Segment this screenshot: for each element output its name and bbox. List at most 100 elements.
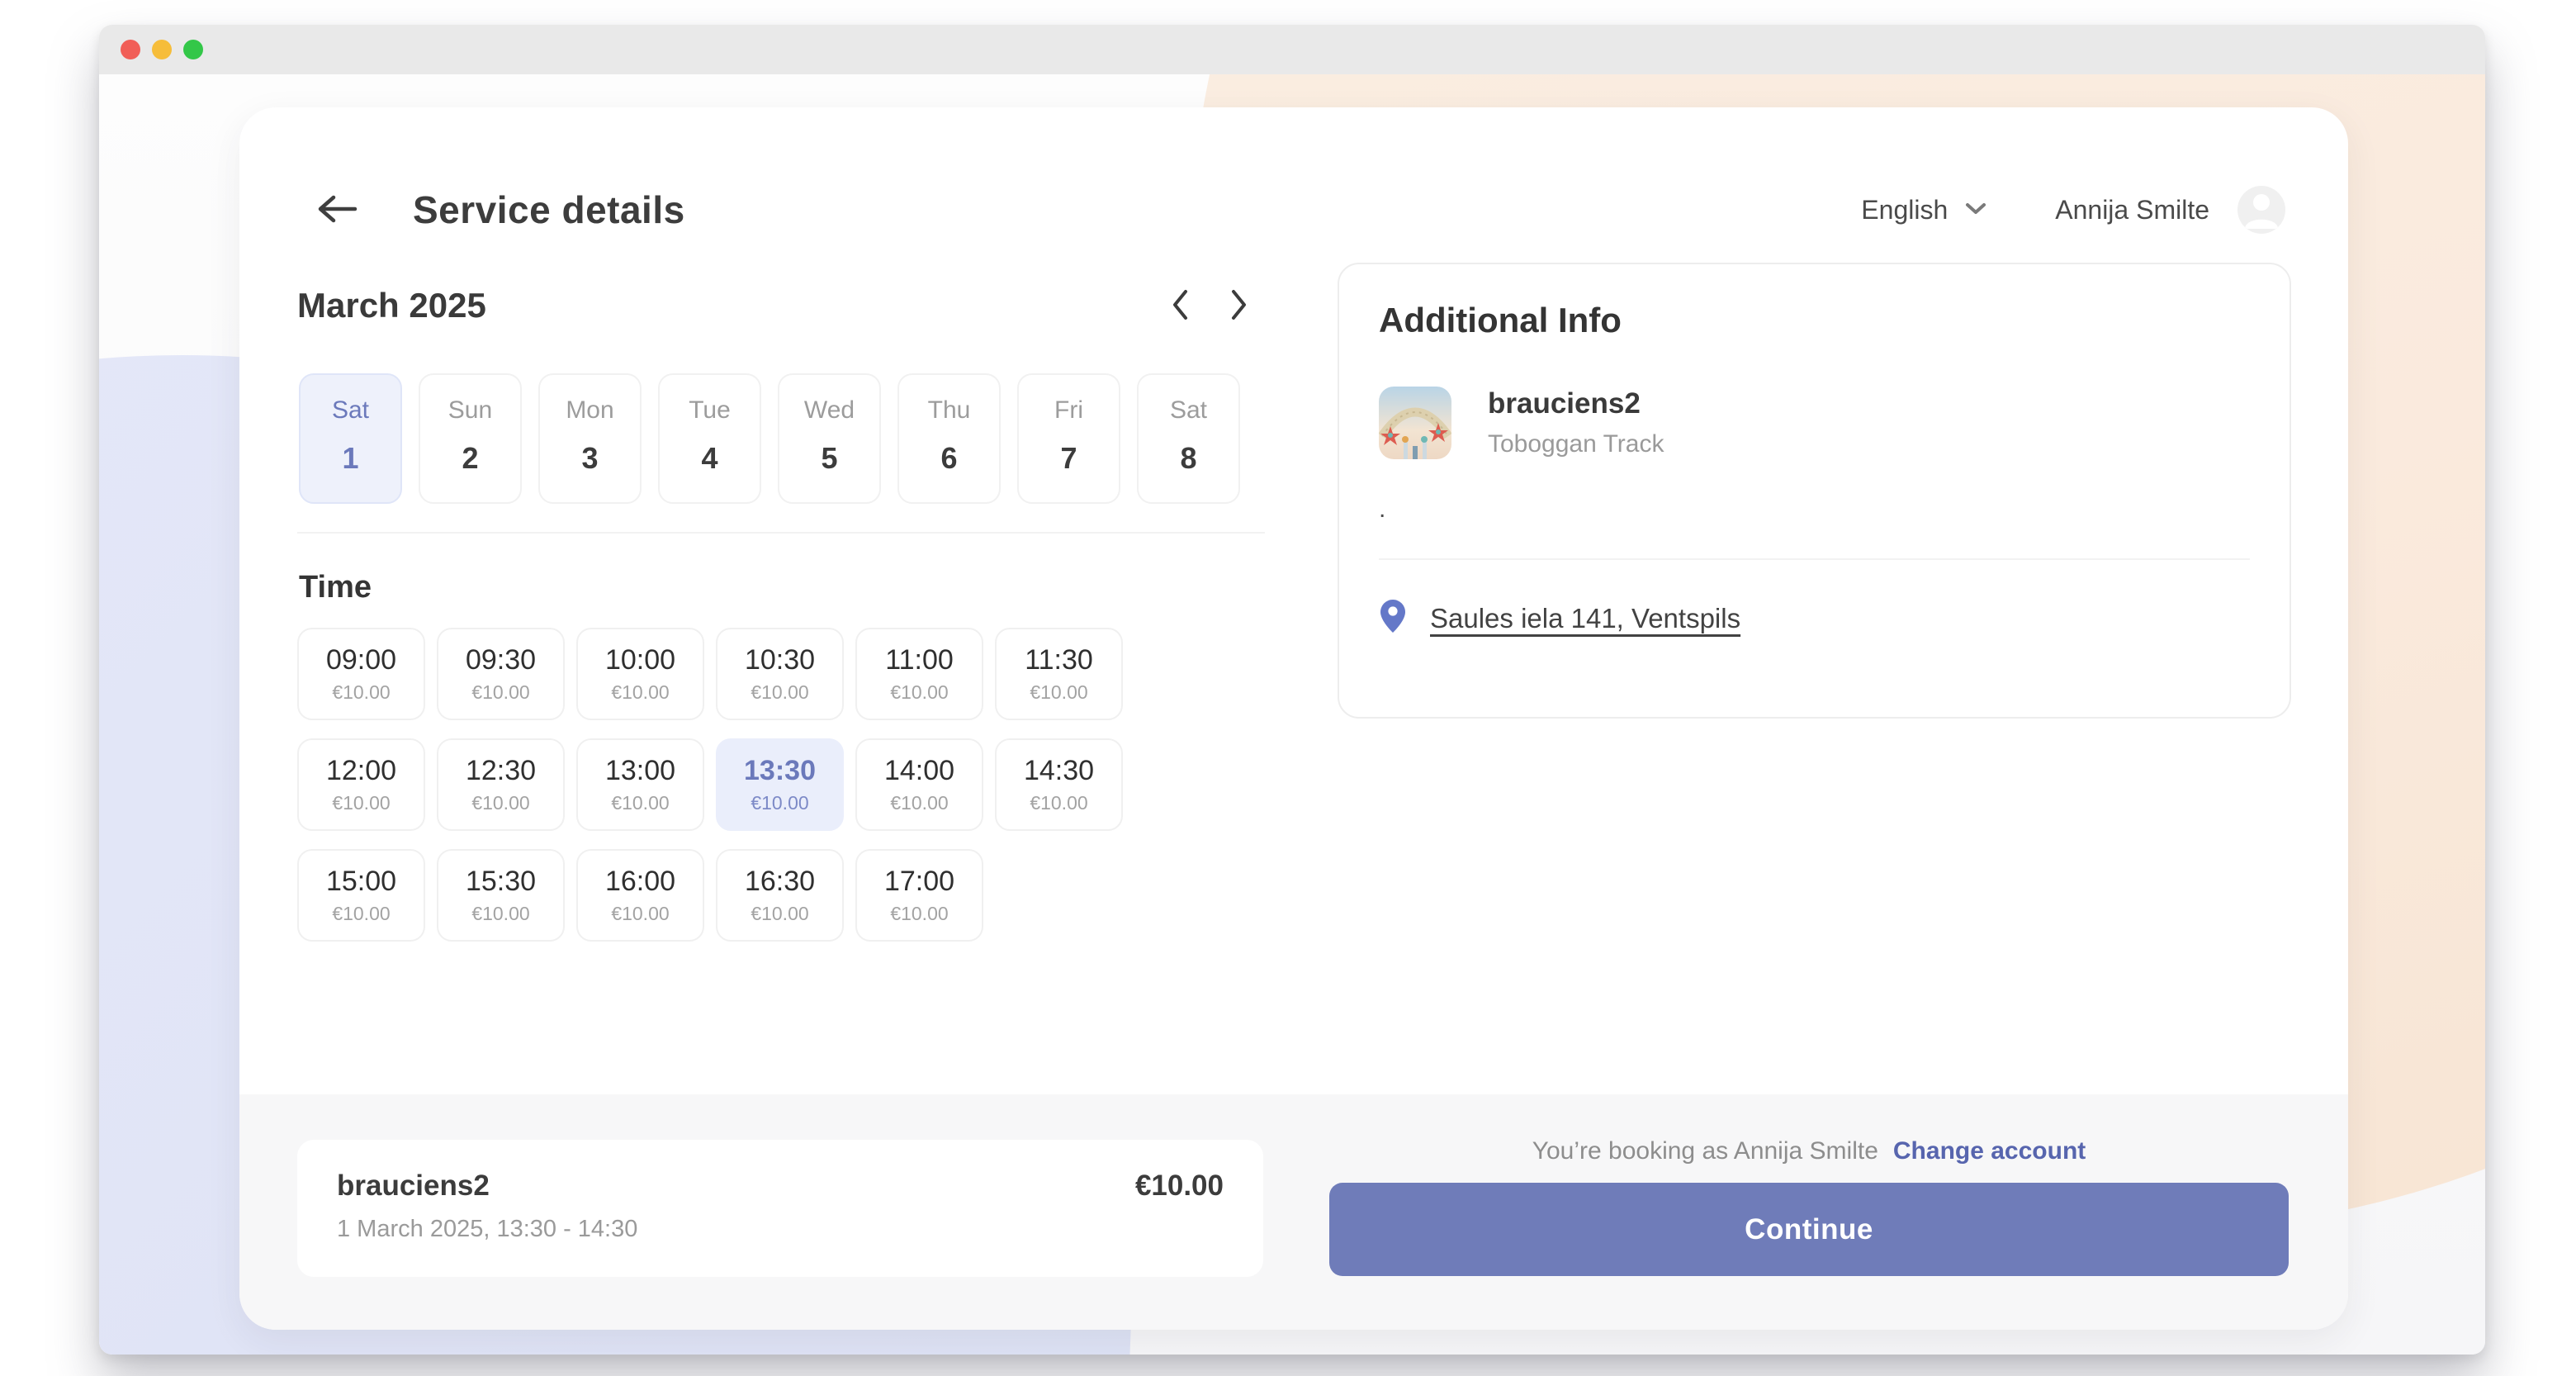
prev-month-button[interactable]	[1169, 287, 1191, 325]
slot-price: €10.00	[611, 903, 670, 924]
arrow-left-icon	[314, 191, 360, 230]
day-weekday: Tue	[689, 396, 731, 424]
day-number: 8	[1180, 441, 1197, 475]
time-slot-1500[interactable]: 15:00 €10.00	[297, 849, 425, 942]
day-weekday: Fri	[1054, 396, 1083, 424]
day-cell-2[interactable]: Sun 2	[419, 373, 522, 504]
day-weekday: Sat	[1169, 396, 1208, 424]
day-cell-7[interactable]: Fri 7	[1017, 373, 1120, 504]
slot-time: 10:30	[744, 644, 816, 676]
card-header: Service details English Annija Smilte	[314, 160, 2285, 259]
browser-window: Service details English Annija Smilte Ma…	[99, 25, 2485, 1355]
calendar-divider	[297, 532, 1265, 534]
booking-as-text: You’re booking as Annija Smilte	[1532, 1137, 1878, 1165]
time-slot-1530[interactable]: 15:30 €10.00	[437, 849, 565, 942]
additional-info-panel: Additional Info brauciens2 Toboggan Trac…	[1338, 263, 2291, 719]
time-slot-1230[interactable]: 12:30 €10.00	[437, 738, 565, 831]
time-slot-1700[interactable]: 17:00 €10.00	[855, 849, 983, 942]
time-slot-1100[interactable]: 11:00 €10.00	[855, 628, 983, 720]
close-window-button[interactable]	[121, 40, 140, 59]
day-number: 2	[462, 441, 479, 475]
slot-time: 16:00	[604, 866, 676, 897]
slot-time: 12:00	[325, 755, 397, 786]
month-label: March 2025	[297, 286, 486, 325]
time-slot-1030[interactable]: 10:30 €10.00	[716, 628, 844, 720]
day-number: 7	[1060, 441, 1077, 475]
day-cell-4[interactable]: Tue 4	[658, 373, 761, 504]
service-name: brauciens2	[1488, 387, 1641, 420]
next-month-button[interactable]	[1229, 287, 1250, 325]
zoom-window-button[interactable]	[183, 40, 203, 59]
day-weekday: Thu	[927, 396, 971, 424]
slot-price: €10.00	[751, 792, 809, 814]
day-number: 6	[940, 441, 958, 475]
slot-time: 17:00	[883, 866, 955, 897]
language-selector[interactable]: English	[1861, 195, 1987, 225]
time-slot-0900[interactable]: 09:00 €10.00	[297, 628, 425, 720]
service-description: .	[1379, 496, 1386, 523]
avatar[interactable]	[2237, 186, 2285, 234]
slot-price: €10.00	[611, 681, 670, 703]
time-slot-1430[interactable]: 14:30 €10.00	[995, 738, 1123, 831]
slot-price: €10.00	[1030, 792, 1088, 814]
time-slot-1400[interactable]: 14:00 €10.00	[855, 738, 983, 831]
page-title: Service details	[413, 188, 685, 231]
continue-button[interactable]: Continue	[1329, 1183, 2289, 1276]
location-link[interactable]: Saules iela 141, Ventspils	[1430, 603, 1740, 634]
day-row: Sat 1 Sun 2 Mon 3 Tue 4 Wed 5 Thu 6 Fri …	[299, 373, 1240, 504]
time-section-label: Time	[299, 570, 372, 605]
user-name: Annija Smilte	[2055, 194, 2209, 225]
time-slot-1330[interactable]: 13:30 €10.00	[716, 738, 844, 831]
time-slot-0930[interactable]: 09:30 €10.00	[437, 628, 565, 720]
time-slot-1130[interactable]: 11:30 €10.00	[995, 628, 1123, 720]
summary-price: €10.00	[1134, 1170, 1224, 1202]
window-titlebar	[99, 25, 2485, 74]
summary-datetime: 1 March 2025, 13:30 - 14:30	[337, 1216, 638, 1242]
slot-price: €10.00	[751, 681, 809, 703]
slot-time: 11:00	[885, 644, 954, 676]
month-header: March 2025	[297, 286, 1263, 325]
slot-time: 09:30	[465, 644, 537, 676]
slot-time: 12:30	[465, 755, 537, 786]
time-slot-1000[interactable]: 10:00 €10.00	[576, 628, 704, 720]
time-slot-grid: 09:00 €10.00 09:30 €10.00 10:00 €10.00 1…	[297, 628, 1126, 942]
day-weekday: Wed	[803, 396, 855, 424]
time-slot-1600[interactable]: 16:00 €10.00	[576, 849, 704, 942]
slot-price: €10.00	[471, 903, 530, 924]
day-cell-6[interactable]: Thu 6	[897, 373, 1001, 504]
chevron-left-icon	[1169, 287, 1191, 325]
info-divider	[1379, 558, 2250, 560]
location-row[interactable]: Saules iela 141, Ventspils	[1379, 598, 2250, 638]
additional-info-title: Additional Info	[1379, 301, 1622, 339]
location-pin-icon	[1379, 598, 1407, 638]
slot-price: €10.00	[332, 903, 391, 924]
day-cell-1[interactable]: Sat 1	[299, 373, 402, 504]
day-number: 3	[581, 441, 599, 475]
day-cell-3[interactable]: Mon 3	[538, 373, 642, 504]
day-weekday: Sun	[447, 396, 493, 424]
time-slot-1630[interactable]: 16:30 €10.00	[716, 849, 844, 942]
person-icon	[2237, 186, 2285, 234]
slot-price: €10.00	[1030, 681, 1088, 703]
slot-time: 10:00	[604, 644, 676, 676]
back-button[interactable]	[314, 187, 360, 233]
day-cell-5[interactable]: Wed 5	[778, 373, 881, 504]
day-weekday: Sat	[331, 396, 370, 424]
slot-time: 14:30	[1023, 755, 1095, 786]
slot-price: €10.00	[332, 681, 391, 703]
time-slot-1300[interactable]: 13:00 €10.00	[576, 738, 704, 831]
slot-time: 16:30	[744, 866, 816, 897]
slot-price: €10.00	[471, 792, 530, 814]
slot-price: €10.00	[332, 792, 391, 814]
chevron-right-icon	[1229, 287, 1250, 325]
change-account-link[interactable]: Change account	[1893, 1137, 2086, 1165]
slot-price: €10.00	[751, 903, 809, 924]
slot-time: 15:30	[465, 866, 537, 897]
service-thumbnail	[1379, 387, 1451, 459]
minimize-window-button[interactable]	[152, 40, 172, 59]
time-slot-1200[interactable]: 12:00 €10.00	[297, 738, 425, 831]
main-card: Service details English Annija Smilte Ma…	[239, 107, 2348, 1330]
day-number: 4	[701, 441, 718, 475]
day-cell-8[interactable]: Sat 8	[1137, 373, 1240, 504]
window-content: Service details English Annija Smilte Ma…	[99, 74, 2485, 1355]
